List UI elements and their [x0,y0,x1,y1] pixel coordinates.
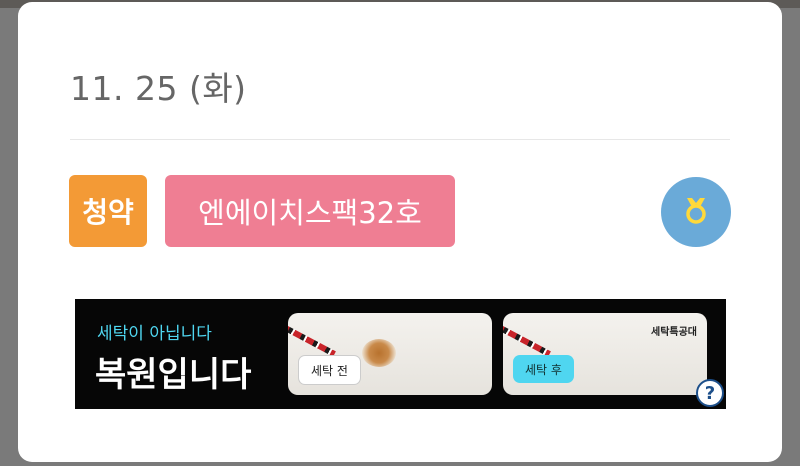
divider [70,139,730,140]
before-badge: 세탁 전 [298,355,361,385]
ad-banner[interactable]: 세탁이 아닙니다 복원입니다 세탁 전 세탁특공대 세탁 후 ? [75,299,726,409]
award-button[interactable] [661,177,731,247]
stain [362,339,396,367]
collar-stripe [288,323,336,357]
award-ribbon-icon [681,195,711,229]
after-image: 세탁특공대 세탁 후 [503,313,707,395]
schedule-card: 11. 25 (화) 청약 엔에이치스팩32호 세탁이 아닙니다 복원입니다 세… [18,2,782,462]
question-icon[interactable]: ? [696,379,724,407]
collar-stripe [503,323,551,357]
company-name-tag[interactable]: 엔에이치스팩32호 [165,175,455,247]
before-image: 세탁 전 [288,313,492,395]
subscription-tag: 청약 [69,175,147,247]
ad-headline: 복원입니다 [95,355,252,395]
after-badge: 세탁 후 [513,355,574,383]
brand-logo: 세탁특공대 [651,327,697,338]
ad-tagline: 세탁이 아닙니다 [97,324,212,344]
date-heading: 11. 25 (화) [70,69,247,108]
